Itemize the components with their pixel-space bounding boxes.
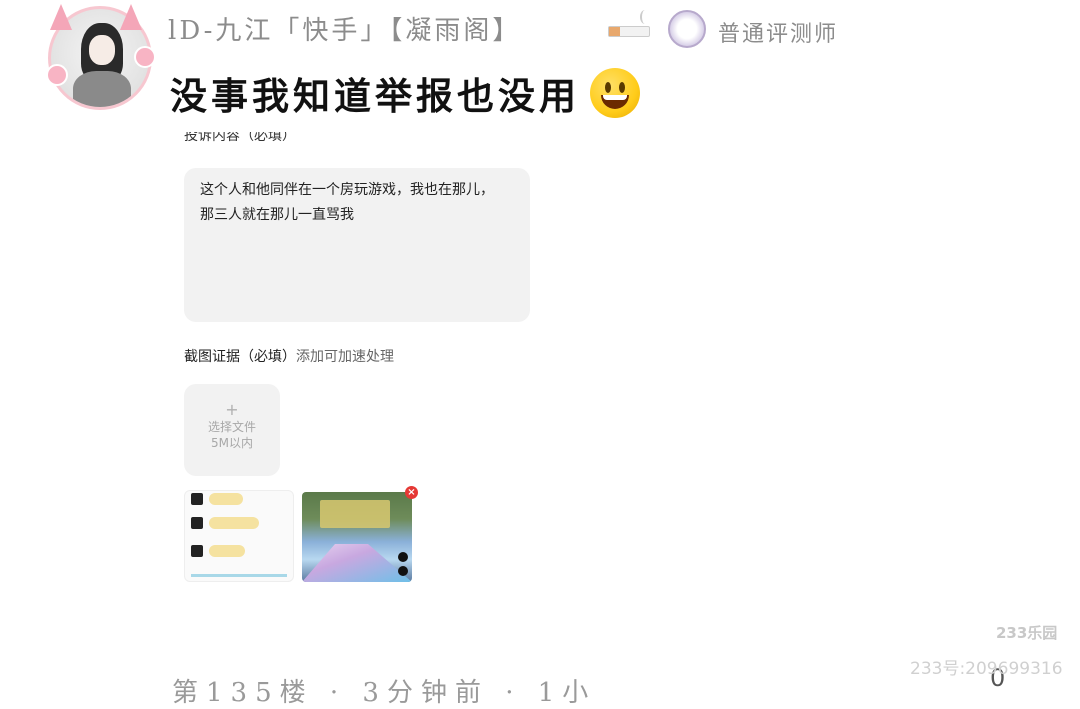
grinning-face-emoji-icon [590,68,640,118]
avatar-body [73,71,131,107]
screenshot-required-label: 截图证据（必填） [184,349,296,365]
chat-avatar [191,493,203,505]
chat-bubble [209,517,259,529]
evidence-thumbnail-game[interactable] [302,492,412,582]
avatar-frame-paw-right-icon [134,46,156,68]
emoji-eye-right [619,82,625,93]
game-banner [320,500,390,528]
avatar-face [89,35,115,65]
watermark-logo: 233乐园 [996,624,1058,642]
remove-image-button[interactable]: × [405,486,418,499]
complaint-text-line-1: 这个人和他同伴在一个房玩游戏，我也在那儿， [200,182,494,198]
username[interactable]: lD-九江「快手」【凝雨阁】 [168,10,521,47]
chat-avatar [191,517,203,529]
file-size-limit: 5M以内 [211,436,253,450]
emoji-eye-left [605,82,611,93]
game-track [302,544,412,582]
avatar-frame-paw-left-icon [46,64,68,86]
complaint-content-label: 投诉内容（必填） [184,132,296,144]
smoke-decoration-icon [640,10,650,24]
watermark-id: 233号:209699316 [910,659,1063,679]
game-control-button [398,552,408,562]
chat-bubble [209,545,245,557]
reviewer-badge-icon[interactable] [668,10,706,48]
chat-message-row [191,515,291,533]
screenshot-evidence-label: 截图证据（必填）添加可加速处理 [184,346,394,366]
next-post-header: 第135楼 · 3分钟前 · 1小 [172,678,597,708]
chat-message-row [191,491,291,509]
chat-bubble [209,493,243,505]
cigarette-decoration-icon [608,26,650,37]
complaint-text-line-2: 那三人就在那儿一直骂我 [200,207,354,223]
screenshot-hint: 添加可加速处理 [296,349,394,365]
chat-input-bar [191,574,287,577]
emoji-teeth [603,95,627,100]
evidence-thumbnail-chat[interactable] [184,490,294,582]
reviewer-badge-label: 普通评测师 [718,22,839,47]
chat-message-row [191,543,291,561]
choose-file-button[interactable]: + 选择文件 5M以内 [184,384,280,476]
complaint-content-textarea[interactable]: 这个人和他同伴在一个房玩游戏，我也在那儿， 那三人就在那儿一直骂我 [184,168,530,322]
choose-file-label: 选择文件 [207,420,256,434]
chat-avatar [191,545,203,557]
game-control-button [398,566,408,576]
plus-icon: + [225,400,239,419]
comment-text: 没事我知道举报也没用 [170,74,580,118]
